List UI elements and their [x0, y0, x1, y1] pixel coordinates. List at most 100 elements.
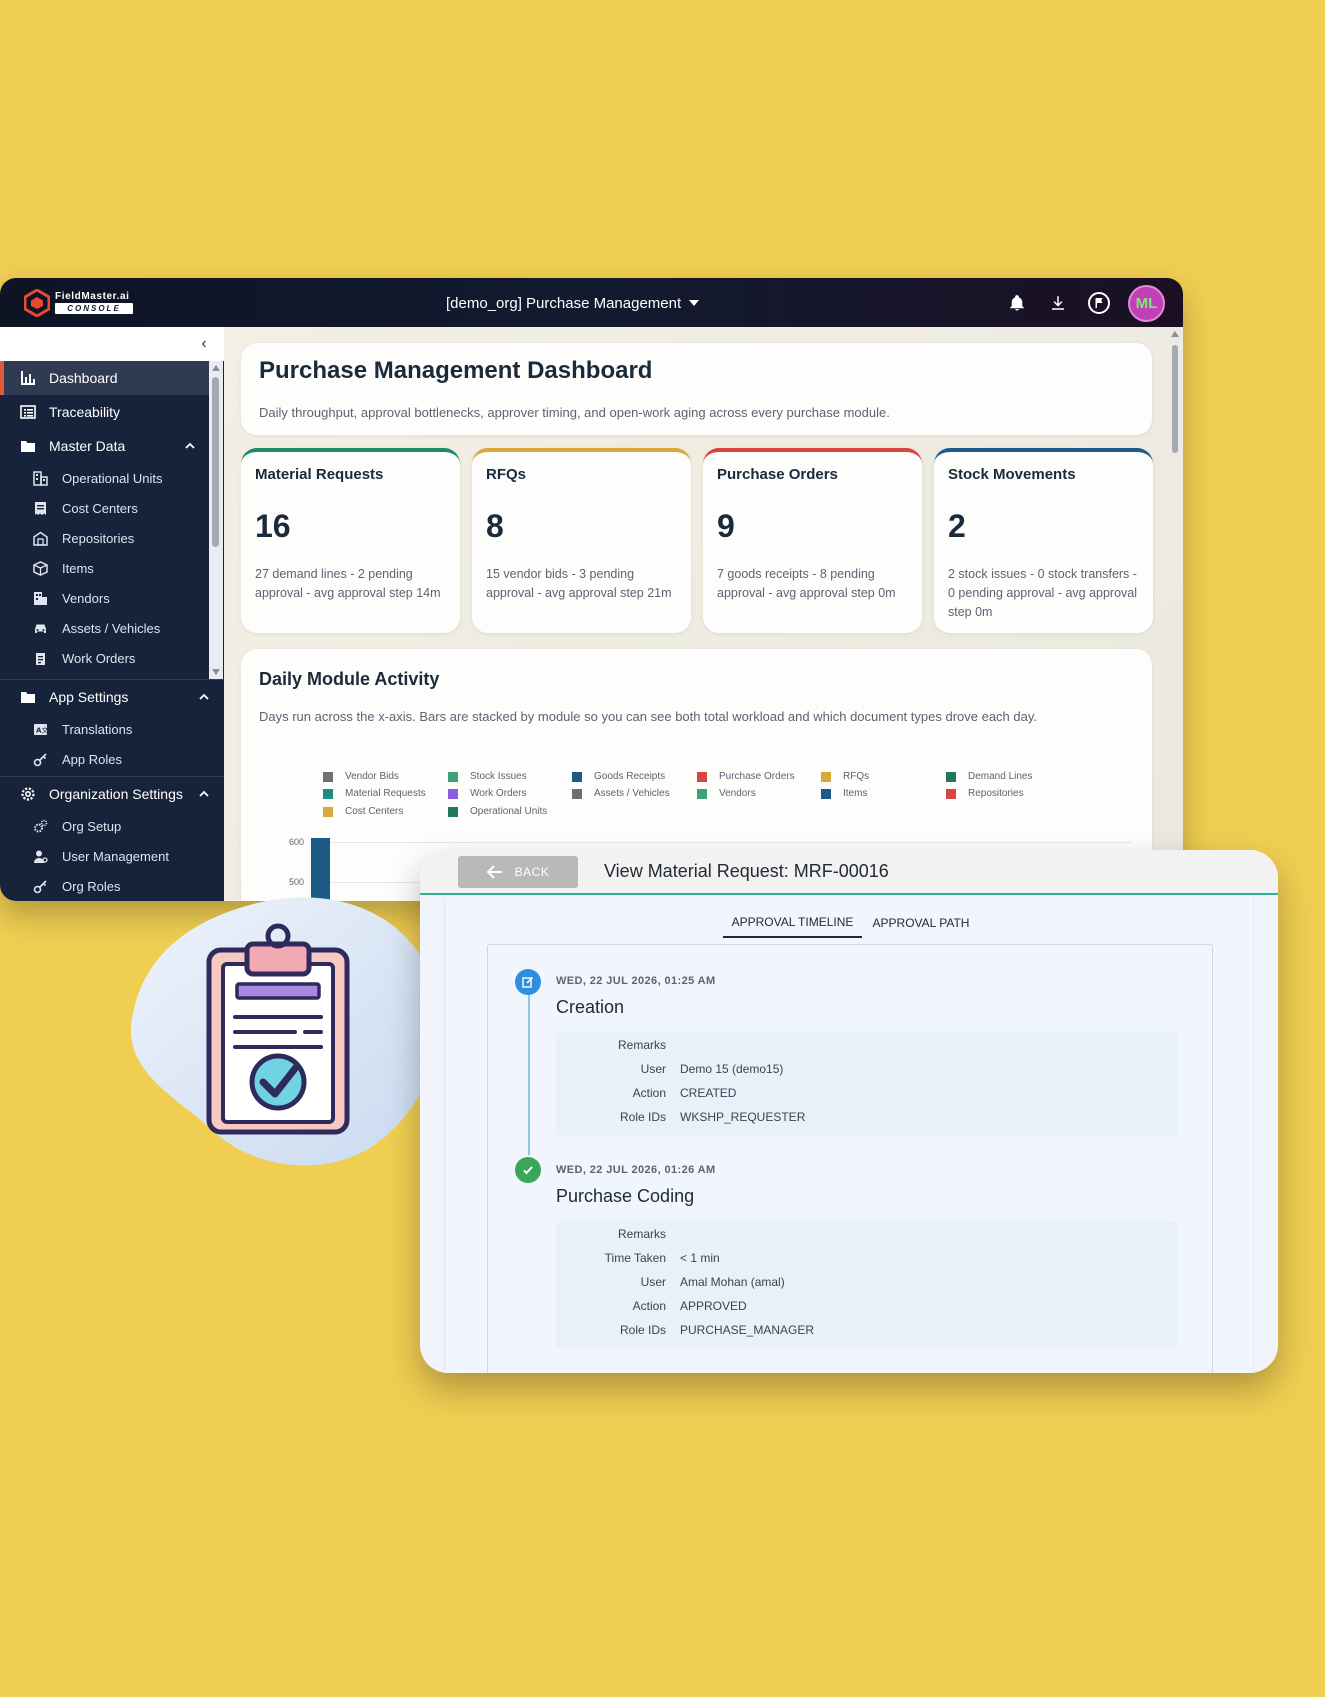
list-icon: [20, 405, 36, 419]
sidebar-item-cost-centers[interactable]: Cost Centers: [0, 494, 209, 522]
download-icon[interactable]: [1046, 291, 1070, 315]
stat-card-description: 15 vendor bids - 3 pending approval - av…: [486, 567, 672, 600]
back-button[interactable]: BACK: [458, 856, 578, 888]
legend-item[interactable]: Operational Units: [448, 806, 547, 817]
scroll-up-icon[interactable]: [1171, 331, 1179, 337]
sidebar-item-items[interactable]: Items: [0, 554, 209, 582]
legend-item[interactable]: RFQs: [821, 771, 869, 782]
collapse-sidebar-icon[interactable]: ‹: [196, 336, 212, 352]
sidebar-item-operational-units[interactable]: Operational Units: [0, 464, 209, 492]
module-selector[interactable]: [demo_org] Purchase Management: [446, 292, 700, 314]
brand-logo[interactable]: FieldMaster.ai CONSOLE: [24, 289, 136, 317]
legend-item[interactable]: Goods Receipts: [572, 771, 665, 782]
detail-value: Amal Mohan (amal): [680, 1275, 785, 1289]
stat-card-stock-movements[interactable]: Stock Movements 2 2 stock issues - 0 sto…: [934, 448, 1153, 633]
receipt-icon: [35, 501, 46, 515]
legend-item[interactable]: Assets / Vehicles: [572, 788, 670, 799]
sidebar-item-traceability[interactable]: Traceability: [0, 395, 209, 429]
app-window: FieldMaster.ai CONSOLE [demo_org] Purcha…: [0, 278, 1183, 901]
scrollbar-thumb[interactable]: [212, 377, 219, 547]
sidebar-section-organization-settings[interactable]: Organization Settings: [0, 777, 224, 811]
sidebar-item-translations[interactable]: A文 Translations: [0, 715, 209, 743]
user-settings-icon: [34, 850, 48, 863]
sidebar-item-label: Dashboard: [49, 370, 118, 386]
stat-card-rfqs[interactable]: RFQs 8 15 vendor bids - 3 pending approv…: [472, 448, 691, 633]
legend-item[interactable]: Work Orders: [448, 788, 527, 799]
stat-card-title: Stock Movements: [948, 466, 1076, 483]
sidebar-item-label: Assets / Vehicles: [62, 620, 161, 636]
gear-icon: [21, 787, 35, 801]
stat-card-value: 8: [486, 508, 504, 544]
detail-value: Demo 15 (demo15): [680, 1062, 784, 1076]
stat-card-description: 7 goods receipts - 8 pending approval - …: [717, 567, 896, 600]
legend-label: Items: [843, 788, 868, 799]
legend-item[interactable]: Cost Centers: [323, 806, 403, 817]
folder-settings-icon: [21, 692, 35, 703]
translate-icon: A文: [34, 723, 48, 735]
legend-swatch: [448, 806, 458, 817]
clipboard-list-icon: [36, 652, 45, 665]
popup-title: View Material Request: MRF-00016: [604, 861, 889, 881]
stat-card-title: RFQs: [486, 466, 527, 483]
box-icon: [33, 560, 48, 576]
sidebar-item-label: Org Roles: [62, 878, 121, 894]
detail-value: CREATED: [680, 1086, 737, 1100]
sidebar-item-app-roles[interactable]: App Roles: [0, 745, 209, 773]
legend-swatch: [946, 788, 956, 799]
legend-item[interactable]: Stock Issues: [448, 771, 527, 782]
stat-card-value: 16: [255, 508, 291, 544]
sidebar-item-work-orders[interactable]: Work Orders: [0, 644, 209, 672]
module-selector-label: [demo_org] Purchase Management: [446, 294, 682, 312]
legend-item[interactable]: Material Requests: [323, 788, 426, 799]
legend-item[interactable]: Demand Lines: [946, 771, 1032, 782]
legend-swatch: [821, 771, 831, 782]
legend-item[interactable]: Vendor Bids: [323, 771, 399, 782]
tab-approval-path[interactable]: APPROVAL PATH: [862, 907, 980, 938]
sidebar-item-org-setup[interactable]: Org Setup: [0, 812, 209, 840]
legend-item[interactable]: Vendors: [697, 788, 756, 799]
legend-item[interactable]: Items: [821, 788, 867, 799]
popup-header: BACK View Material Request: MRF-00016: [420, 850, 1278, 895]
legend-item[interactable]: Purchase Orders: [697, 771, 795, 782]
legend-label: Repositories: [968, 788, 1024, 799]
legend-swatch: [697, 788, 707, 799]
warehouse-icon: [33, 531, 48, 546]
sidebar-scrollbar[interactable]: [209, 361, 223, 679]
scrollbar-thumb[interactable]: [1172, 345, 1178, 453]
sidebar-item-assets-vehicles[interactable]: Assets / Vehicles: [0, 614, 209, 642]
timeline-step-title: Creation: [556, 997, 625, 1017]
detail-key: Role IDs: [619, 1110, 666, 1124]
sidebar-item-label: App Roles: [62, 751, 122, 767]
sidebar-item-label: Work Orders: [62, 650, 136, 666]
tab-approval-timeline[interactable]: APPROVAL TIMELINE: [723, 907, 862, 938]
scroll-up-icon[interactable]: [212, 365, 220, 371]
user-avatar[interactable]: ML: [1128, 285, 1165, 322]
notifications-bell-icon[interactable]: [1005, 291, 1029, 315]
sidebar-item-vendors[interactable]: Vendors: [0, 584, 209, 612]
sidebar-item-dashboard[interactable]: Dashboard: [0, 361, 209, 395]
legend-item[interactable]: Repositories: [946, 788, 1024, 799]
stat-card-purchase-orders[interactable]: Purchase Orders 9 7 goods receipts - 8 p…: [703, 448, 922, 633]
detail-value: WKSHP_REQUESTER: [680, 1110, 806, 1124]
sidebar-item-user-management[interactable]: User Management: [0, 842, 209, 870]
flag-icon[interactable]: [1087, 291, 1111, 315]
detail-key: Time Taken: [604, 1251, 666, 1265]
sidebar-item-label: Org Setup: [62, 818, 122, 834]
detail-key: Action: [632, 1086, 666, 1100]
sidebar-item-master-data[interactable]: Master Data: [0, 429, 209, 463]
stat-card-value: 2: [948, 508, 966, 544]
detail-row: Time Taken < 1 min: [556, 1251, 1178, 1275]
stat-card-material-requests[interactable]: Material Requests 16 27 demand lines - 2…: [241, 448, 460, 633]
sidebar-section-app-settings[interactable]: App Settings: [0, 680, 224, 714]
stat-card-title: Purchase Orders: [717, 466, 838, 483]
sidebar-collapse-row: ‹: [0, 327, 224, 361]
chart-bar[interactable]: [311, 838, 330, 901]
main-scrollbar[interactable]: [1169, 327, 1181, 901]
legend-swatch: [572, 788, 582, 799]
timeline-date: WED, 22 JUL 2026, 01:25 AM: [556, 975, 716, 987]
chart-gridline: [311, 842, 1131, 843]
scroll-down-icon[interactable]: [212, 669, 220, 675]
sidebar-item-repositories[interactable]: Repositories: [0, 524, 209, 552]
check-circle-icon: [515, 1157, 541, 1183]
legend-swatch: [448, 771, 458, 782]
